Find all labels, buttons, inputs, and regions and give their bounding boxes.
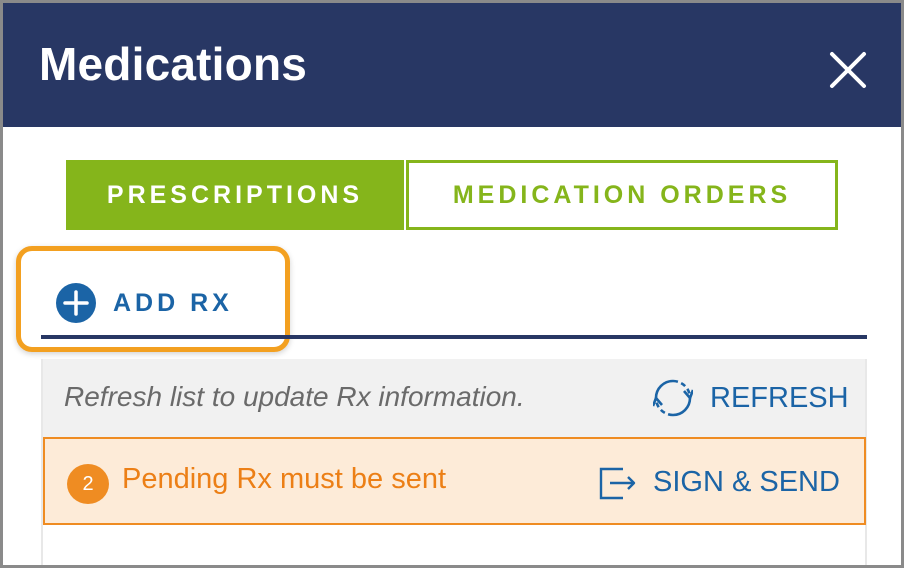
refresh-icon [653, 379, 693, 417]
add-rx-label: ADD RX [113, 288, 233, 317]
sign-send-icon [599, 467, 636, 500]
add-rx-button[interactable]: ADD RX [55, 281, 233, 325]
page-title: Medications [39, 38, 308, 90]
refresh-label: REFRESH [710, 381, 849, 414]
sign-send-button[interactable]: SIGN & SEND [599, 461, 840, 503]
dialog-header: Medications [3, 3, 901, 127]
refresh-row: Refresh list to update Rx information. R… [43, 359, 865, 437]
close-icon [830, 52, 866, 88]
refresh-hint: Refresh list to update Rx information. [64, 381, 525, 412]
tab-medication-orders[interactable]: MEDICATION ORDERS [406, 160, 838, 230]
close-button[interactable] [827, 49, 869, 91]
tab-prescriptions[interactable]: PRESCRIPTIONS [66, 160, 404, 230]
sign-send-label: SIGN & SEND [653, 465, 840, 498]
pending-rx-message: Pending Rx must be sent [122, 463, 447, 495]
pending-rx-alert: 2 Pending Rx must be sent SIGN & SEND [43, 437, 866, 525]
tab-divider [41, 335, 867, 339]
refresh-button[interactable]: REFRESH [653, 377, 849, 419]
medications-dialog: Medications PRESCRIPTIONS MEDICATION ORD… [0, 0, 904, 568]
plus-circle-icon [56, 283, 96, 323]
pending-count-badge: 2 [67, 464, 109, 504]
